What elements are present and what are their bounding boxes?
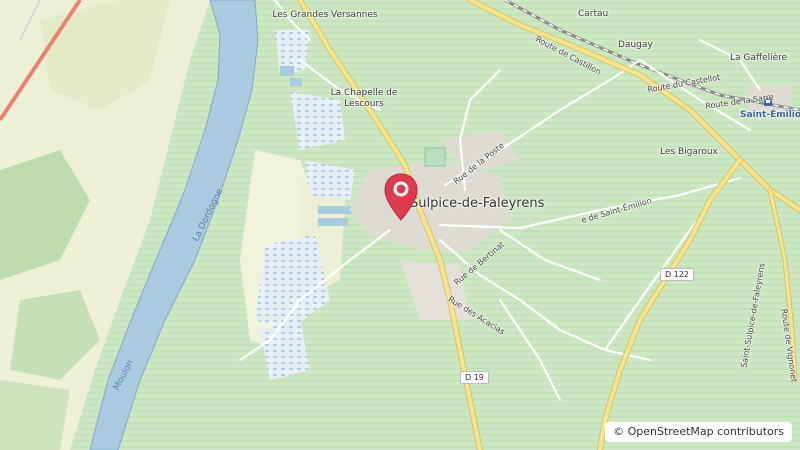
label-les-bigaroux: Les Bigaroux [660,147,718,157]
label-cartau: Cartau [578,9,609,19]
label-village: Sulpice-de-Faleyrens [410,196,545,211]
label-chapelle-de-lescours: La Chapelle de Lescours [330,88,398,109]
label-grandes-versannes: Les Grandes Versannes [272,10,378,20]
road-shield-d122: D 122 [660,268,694,281]
map-attribution[interactable]: © OpenStreetMap contributors [605,422,792,442]
label-daugay: Daugay [618,40,653,50]
label-la-gaffeliere: La Gaffelière [730,53,788,63]
road-shield-d19: D 19 [460,371,489,384]
map-pin-icon[interactable] [383,172,419,222]
label-saint-emilion: Saint-Émilion [740,110,800,120]
map-viewport[interactable]: Les Grandes Versannes La Chapelle de Les… [0,0,800,450]
